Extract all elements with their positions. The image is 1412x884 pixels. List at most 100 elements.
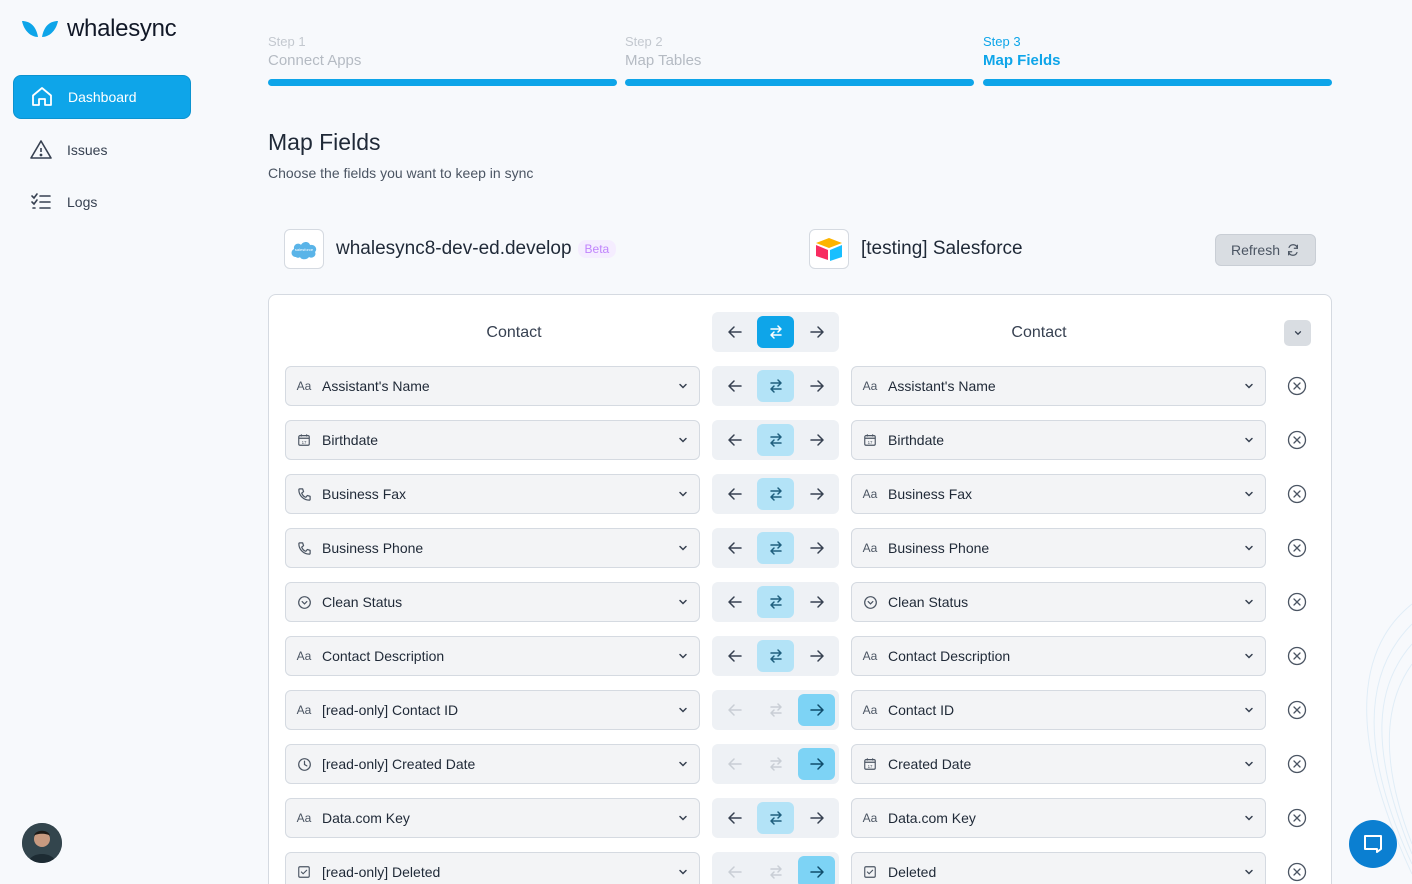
- sync-left-button[interactable]: [716, 802, 753, 834]
- sync-right-button[interactable]: [798, 424, 835, 456]
- brand-logo[interactable]: whalesync: [21, 15, 177, 43]
- sync-both-button[interactable]: [757, 370, 794, 402]
- chevron-down-icon: [1245, 815, 1253, 821]
- sync-left-button[interactable]: [716, 856, 753, 884]
- home-icon: [32, 87, 52, 106]
- left-field-select[interactable]: Aa Data.com Key: [285, 798, 700, 838]
- sync-left-button[interactable]: [716, 532, 753, 564]
- remove-field-icon[interactable]: [1287, 376, 1307, 396]
- chat-launcher-button[interactable]: [1349, 820, 1397, 868]
- remove-field-icon[interactable]: [1287, 430, 1307, 450]
- right-field-select[interactable]: Aa Assistant's Name: [851, 366, 1266, 406]
- refresh-button[interactable]: Refresh: [1215, 234, 1316, 266]
- sidebar-item-issues[interactable]: Issues: [13, 128, 191, 172]
- sync-both-button[interactable]: [757, 316, 794, 348]
- sync-right-button[interactable]: [798, 694, 835, 726]
- sync-both-button[interactable]: [757, 424, 794, 456]
- sync-both-button[interactable]: [757, 856, 794, 884]
- sync-both-button[interactable]: [757, 640, 794, 672]
- svg-text:salesforce: salesforce: [295, 247, 314, 252]
- step-map-fields[interactable]: Step 3 Map Fields: [983, 34, 1332, 86]
- left-field-select[interactable]: Clean Status: [285, 582, 700, 622]
- row-direction-toggle: [712, 744, 839, 784]
- left-field-select[interactable]: [read-only] Created Date: [285, 744, 700, 784]
- right-field-select[interactable]: Clean Status: [851, 582, 1266, 622]
- right-field-select[interactable]: Aa Contact Description: [851, 636, 1266, 676]
- remove-field-icon[interactable]: [1287, 484, 1307, 504]
- sync-right-button[interactable]: [798, 478, 835, 510]
- left-field-select[interactable]: Aa Assistant's Name: [285, 366, 700, 406]
- sync-left-button[interactable]: [716, 478, 753, 510]
- page-subtitle: Choose the fields you want to keep in sy…: [268, 165, 534, 181]
- remove-field-icon[interactable]: [1287, 592, 1307, 612]
- arrow-left-icon: [727, 380, 742, 392]
- step-map-tables[interactable]: Step 2 Map Tables: [625, 34, 974, 86]
- chevron-down-icon: [679, 653, 687, 659]
- sidebar-item-dashboard[interactable]: Dashboard: [13, 75, 191, 119]
- sync-left-button[interactable]: [716, 424, 753, 456]
- right-field-select[interactable]: Aa Contact ID: [851, 690, 1266, 730]
- sync-left-button[interactable]: [716, 748, 753, 780]
- remove-field-icon[interactable]: [1287, 754, 1307, 774]
- row-direction-toggle: [712, 852, 839, 884]
- remove-field-icon[interactable]: [1287, 808, 1307, 828]
- step-name: Connect Apps: [268, 52, 362, 69]
- sync-right-button[interactable]: [798, 532, 835, 564]
- sync-both-button[interactable]: [757, 532, 794, 564]
- sync-left-button[interactable]: [716, 586, 753, 618]
- left-field-select[interactable]: Business Fax: [285, 474, 700, 514]
- sync-right-button[interactable]: [798, 640, 835, 672]
- svg-text:17: 17: [868, 764, 873, 769]
- chevron-down-icon: [679, 437, 687, 443]
- swap-icon: [769, 487, 782, 501]
- right-field-select[interactable]: 17 Birthdate: [851, 420, 1266, 460]
- right-field-select[interactable]: Deleted: [851, 852, 1266, 884]
- right-field-select[interactable]: Aa Business Fax: [851, 474, 1266, 514]
- sync-right-button[interactable]: [798, 586, 835, 618]
- step-connect-apps[interactable]: Step 1 Connect Apps: [268, 34, 617, 86]
- row-direction-toggle: [712, 528, 839, 568]
- arrow-left-icon: [727, 326, 742, 338]
- global-direction-toggle: [712, 312, 839, 352]
- sidebar-item-logs[interactable]: Logs: [13, 180, 191, 224]
- swap-icon: [769, 379, 782, 393]
- left-field-label: Business Phone: [322, 540, 424, 556]
- sync-left-button[interactable]: [716, 694, 753, 726]
- text-icon: Aa: [296, 811, 312, 825]
- arrow-right-icon: [809, 596, 824, 608]
- sync-right-button[interactable]: [798, 748, 835, 780]
- left-field-select[interactable]: 17 Birthdate: [285, 420, 700, 460]
- remove-field-icon[interactable]: [1287, 538, 1307, 558]
- sync-both-button[interactable]: [757, 586, 794, 618]
- sync-right-button[interactable]: [798, 802, 835, 834]
- sync-both-button[interactable]: [757, 748, 794, 780]
- sync-both-button[interactable]: [757, 694, 794, 726]
- left-field-select[interactable]: [read-only] Deleted: [285, 852, 700, 884]
- sync-left-button[interactable]: [716, 640, 753, 672]
- left-field-select[interactable]: Business Phone: [285, 528, 700, 568]
- remove-field-icon[interactable]: [1287, 862, 1307, 882]
- sync-left-button[interactable]: [716, 370, 753, 402]
- step-progress-bar: [268, 79, 617, 86]
- right-table-header: Contact: [1011, 324, 1067, 341]
- right-field-select[interactable]: 17 Created Date: [851, 744, 1266, 784]
- text-icon: Aa: [862, 541, 878, 555]
- collapse-button[interactable]: [1284, 320, 1311, 346]
- right-field-select[interactable]: Aa Business Phone: [851, 528, 1266, 568]
- remove-field-icon[interactable]: [1287, 646, 1307, 666]
- row-direction-toggle: [712, 690, 839, 730]
- sync-right-button[interactable]: [798, 370, 835, 402]
- left-field-select[interactable]: Aa [read-only] Contact ID: [285, 690, 700, 730]
- sidebar: whalesync Dashboard Issues Logs: [0, 0, 205, 884]
- sync-left-button[interactable]: [716, 316, 753, 348]
- right-field-select[interactable]: Aa Data.com Key: [851, 798, 1266, 838]
- sync-both-button[interactable]: [757, 802, 794, 834]
- left-field-select[interactable]: Aa Contact Description: [285, 636, 700, 676]
- right-field-label: Deleted: [888, 864, 937, 880]
- sync-right-button[interactable]: [798, 856, 835, 884]
- user-avatar[interactable]: [22, 823, 62, 863]
- remove-field-icon[interactable]: [1287, 700, 1307, 720]
- sync-right-button[interactable]: [798, 316, 835, 348]
- sync-both-button[interactable]: [757, 478, 794, 510]
- text-icon: Aa: [862, 703, 878, 717]
